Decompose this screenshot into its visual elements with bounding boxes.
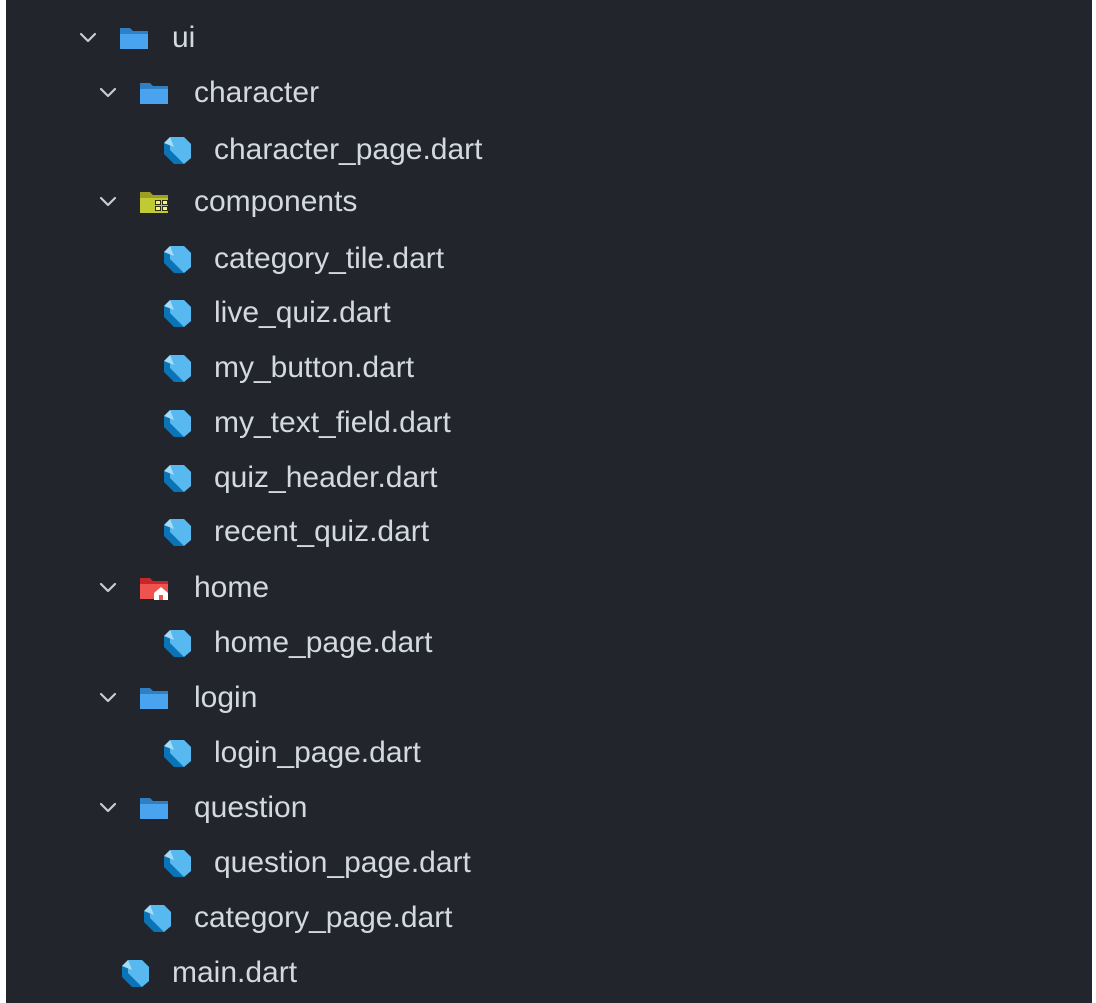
file-label: category_tile.dart (214, 242, 445, 275)
file-row[interactable]: my_text_field.dart (6, 398, 1092, 448)
folder-label: login (194, 681, 258, 714)
file-row[interactable]: main.dart (6, 948, 1092, 998)
file-row[interactable]: home_page.dart (6, 618, 1092, 668)
folder-open-icon (118, 22, 152, 54)
chevron-down-icon[interactable] (76, 26, 100, 50)
file-row[interactable]: quiz_header.dart (6, 453, 1092, 503)
file-explorer-tree: ui character character_page.dart compone… (0, 0, 1096, 1003)
file-row[interactable]: login_page.dart (6, 728, 1092, 778)
file-label: my_button.dart (214, 351, 415, 384)
home-folder-icon (138, 572, 172, 604)
chevron-down-icon[interactable] (96, 190, 120, 214)
dart-file-icon (140, 902, 174, 934)
file-row[interactable]: my_button.dart (6, 343, 1092, 393)
chevron-down-icon[interactable] (96, 796, 120, 820)
chevron-down-icon[interactable] (96, 81, 120, 105)
chevron-down-icon[interactable] (96, 686, 120, 710)
folder-open-icon (138, 682, 172, 714)
file-label: character_page.dart (214, 133, 483, 166)
dart-file-icon (160, 516, 194, 548)
file-row[interactable]: recent_quiz.dart (6, 507, 1092, 557)
folder-open-icon (138, 77, 172, 109)
file-label: live_quiz.dart (214, 296, 391, 329)
folder-label: components (194, 185, 358, 218)
folder-row[interactable]: home (6, 563, 1092, 613)
dart-file-icon (160, 737, 194, 769)
file-label: quiz_header.dart (214, 461, 438, 494)
dart-file-icon (160, 352, 194, 384)
dart-file-icon (160, 847, 194, 879)
dart-file-icon (160, 462, 194, 494)
components-folder-icon (138, 186, 172, 218)
file-label: recent_quiz.dart (214, 515, 430, 548)
folder-row[interactable]: ui (6, 13, 1092, 63)
file-label: my_text_field.dart (214, 406, 451, 439)
file-row[interactable]: category_page.dart (6, 893, 1092, 943)
chevron-down-icon[interactable] (96, 576, 120, 600)
folder-label: ui (172, 21, 196, 54)
dart-file-icon (160, 407, 194, 439)
file-row[interactable]: character_page.dart (6, 125, 1092, 175)
file-label: question_page.dart (214, 846, 471, 879)
dart-file-icon (160, 134, 194, 166)
dart-file-icon (160, 243, 194, 275)
file-row[interactable]: question_page.dart (6, 838, 1092, 888)
folder-row[interactable]: character (6, 68, 1092, 118)
file-row[interactable]: category_tile.dart (6, 234, 1092, 284)
folder-row[interactable]: components (6, 177, 1092, 227)
folder-open-icon (138, 792, 172, 824)
folder-row[interactable]: question (6, 783, 1092, 833)
folder-row[interactable]: login (6, 673, 1092, 723)
dart-file-icon (118, 957, 152, 989)
folder-label: character (194, 76, 320, 109)
folder-label: question (194, 791, 308, 824)
file-label: login_page.dart (214, 736, 421, 769)
dart-file-icon (160, 297, 194, 329)
file-label: home_page.dart (214, 626, 433, 659)
folder-label: home (194, 571, 270, 604)
file-row[interactable]: live_quiz.dart (6, 288, 1092, 338)
file-label: category_page.dart (194, 901, 453, 934)
dart-file-icon (160, 627, 194, 659)
file-label: main.dart (172, 956, 298, 989)
